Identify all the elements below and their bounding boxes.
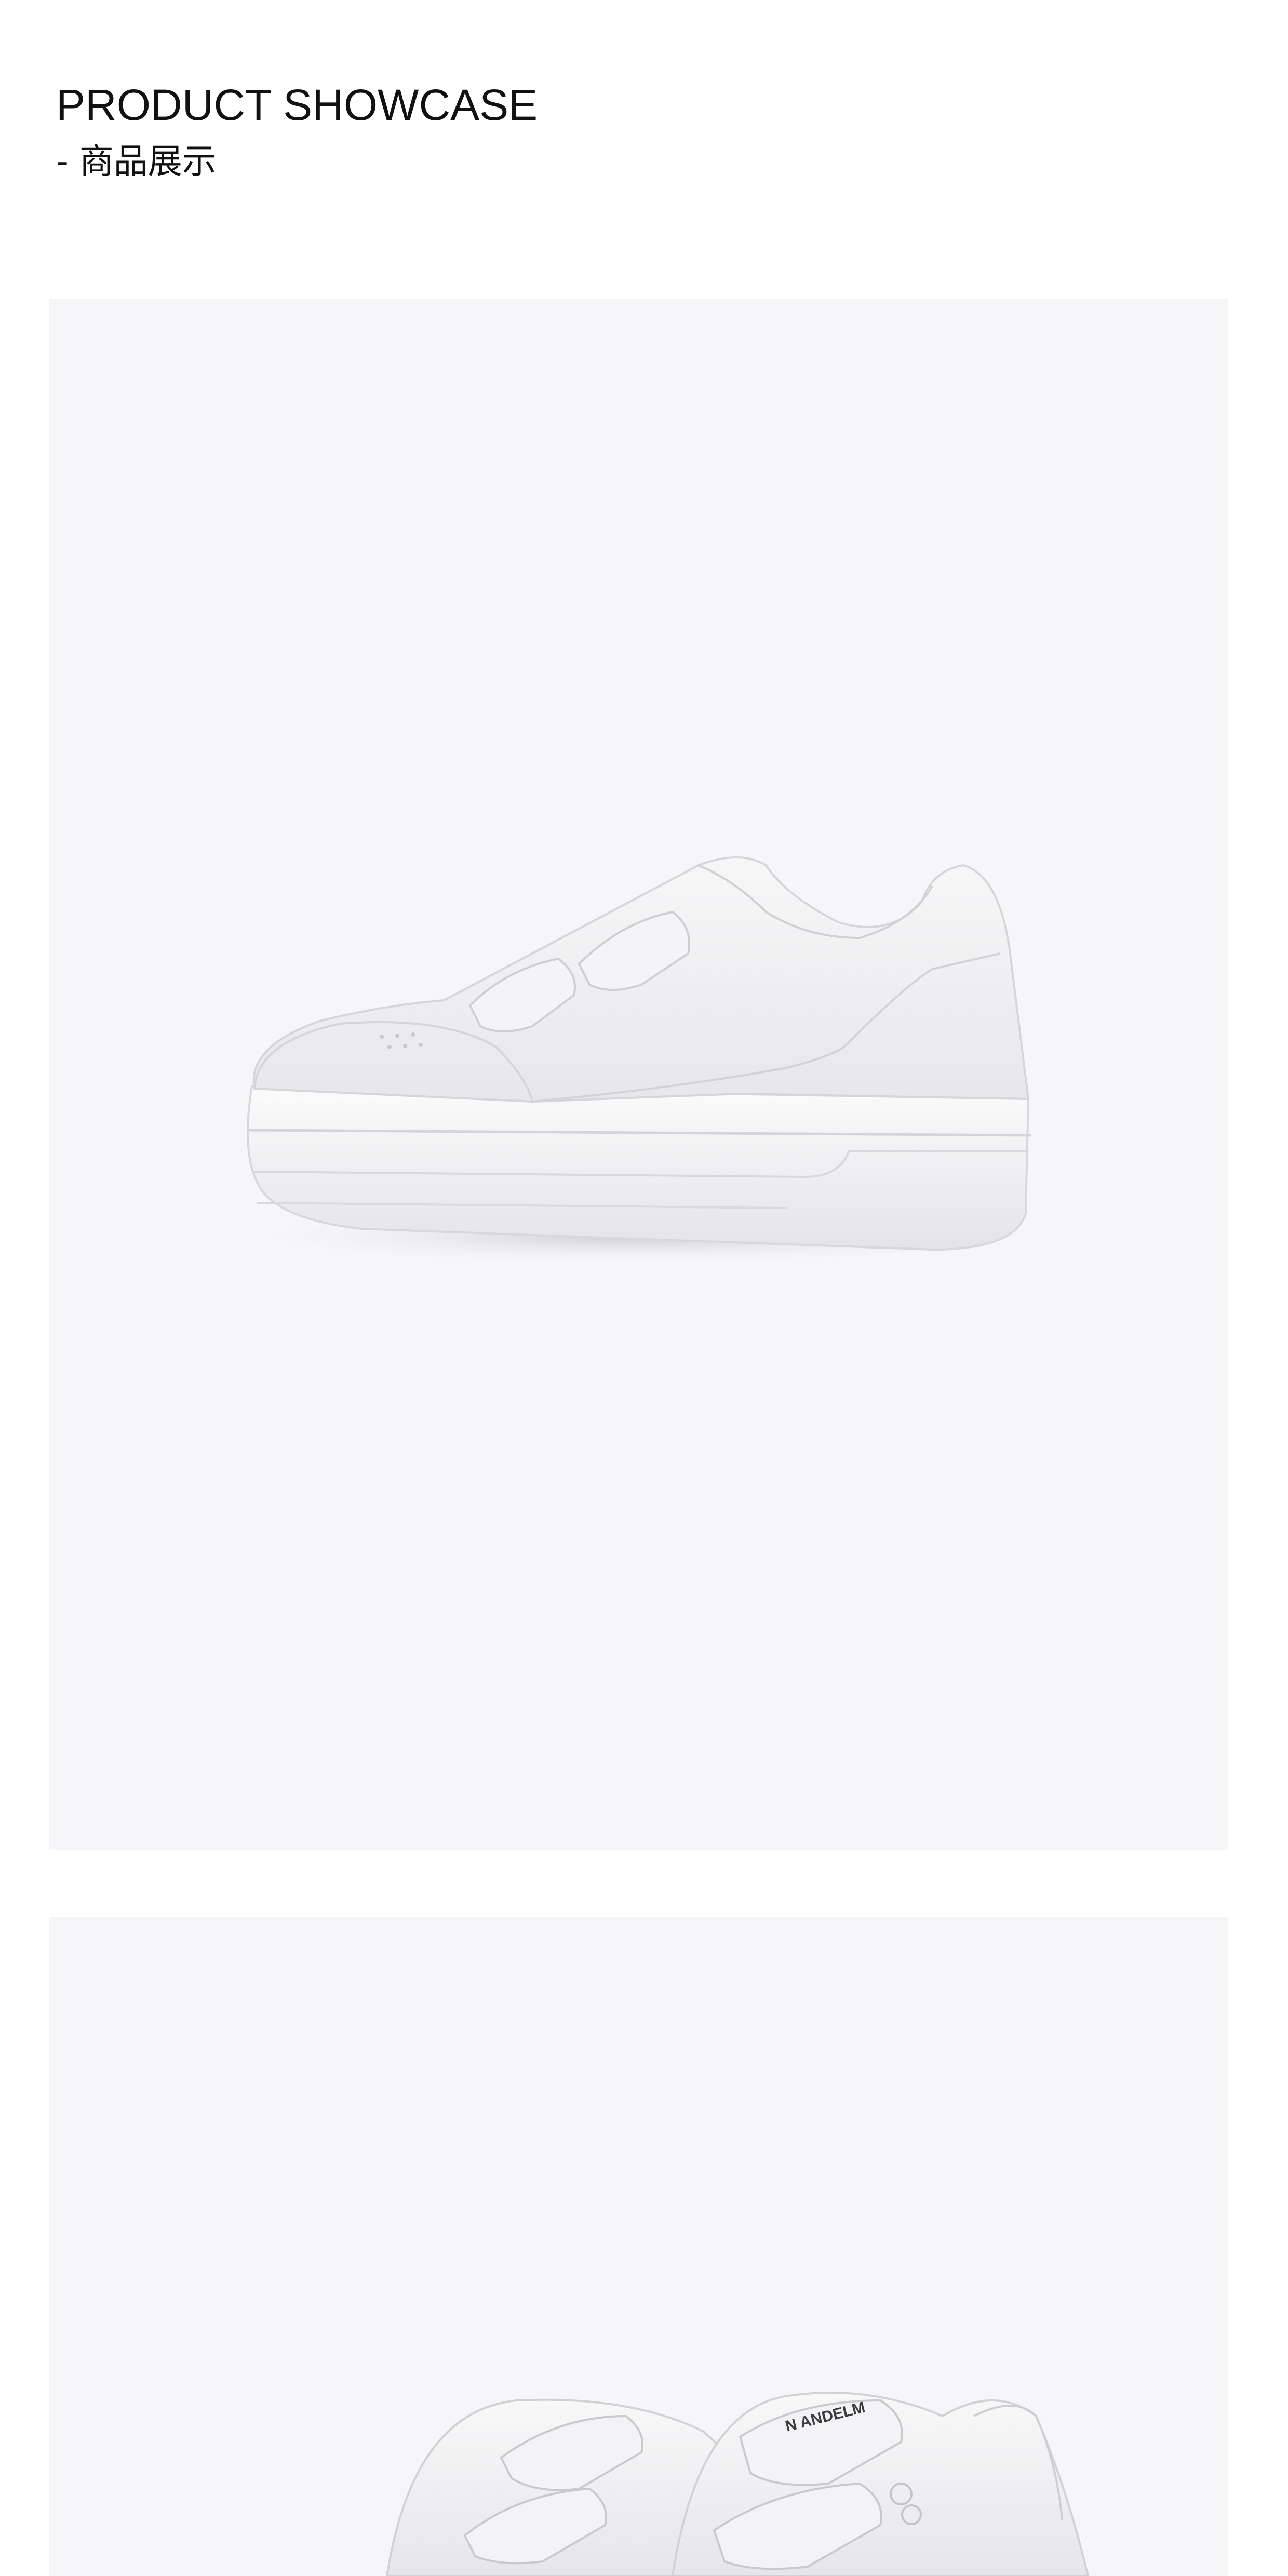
- section-title: PRODUCT SHOWCASE: [56, 81, 538, 129]
- product-image-side: [49, 299, 1228, 1850]
- sneaker-side-illustration: [226, 856, 1046, 1265]
- section-header: PRODUCT SHOWCASE - 商品展示: [56, 83, 538, 179]
- sneaker-pair-illustration: N ANDELM: [385, 2392, 1090, 2576]
- section-subtitle: - 商品展示: [56, 141, 217, 181]
- product-image-pair: N ANDELM: [49, 1917, 1228, 2576]
